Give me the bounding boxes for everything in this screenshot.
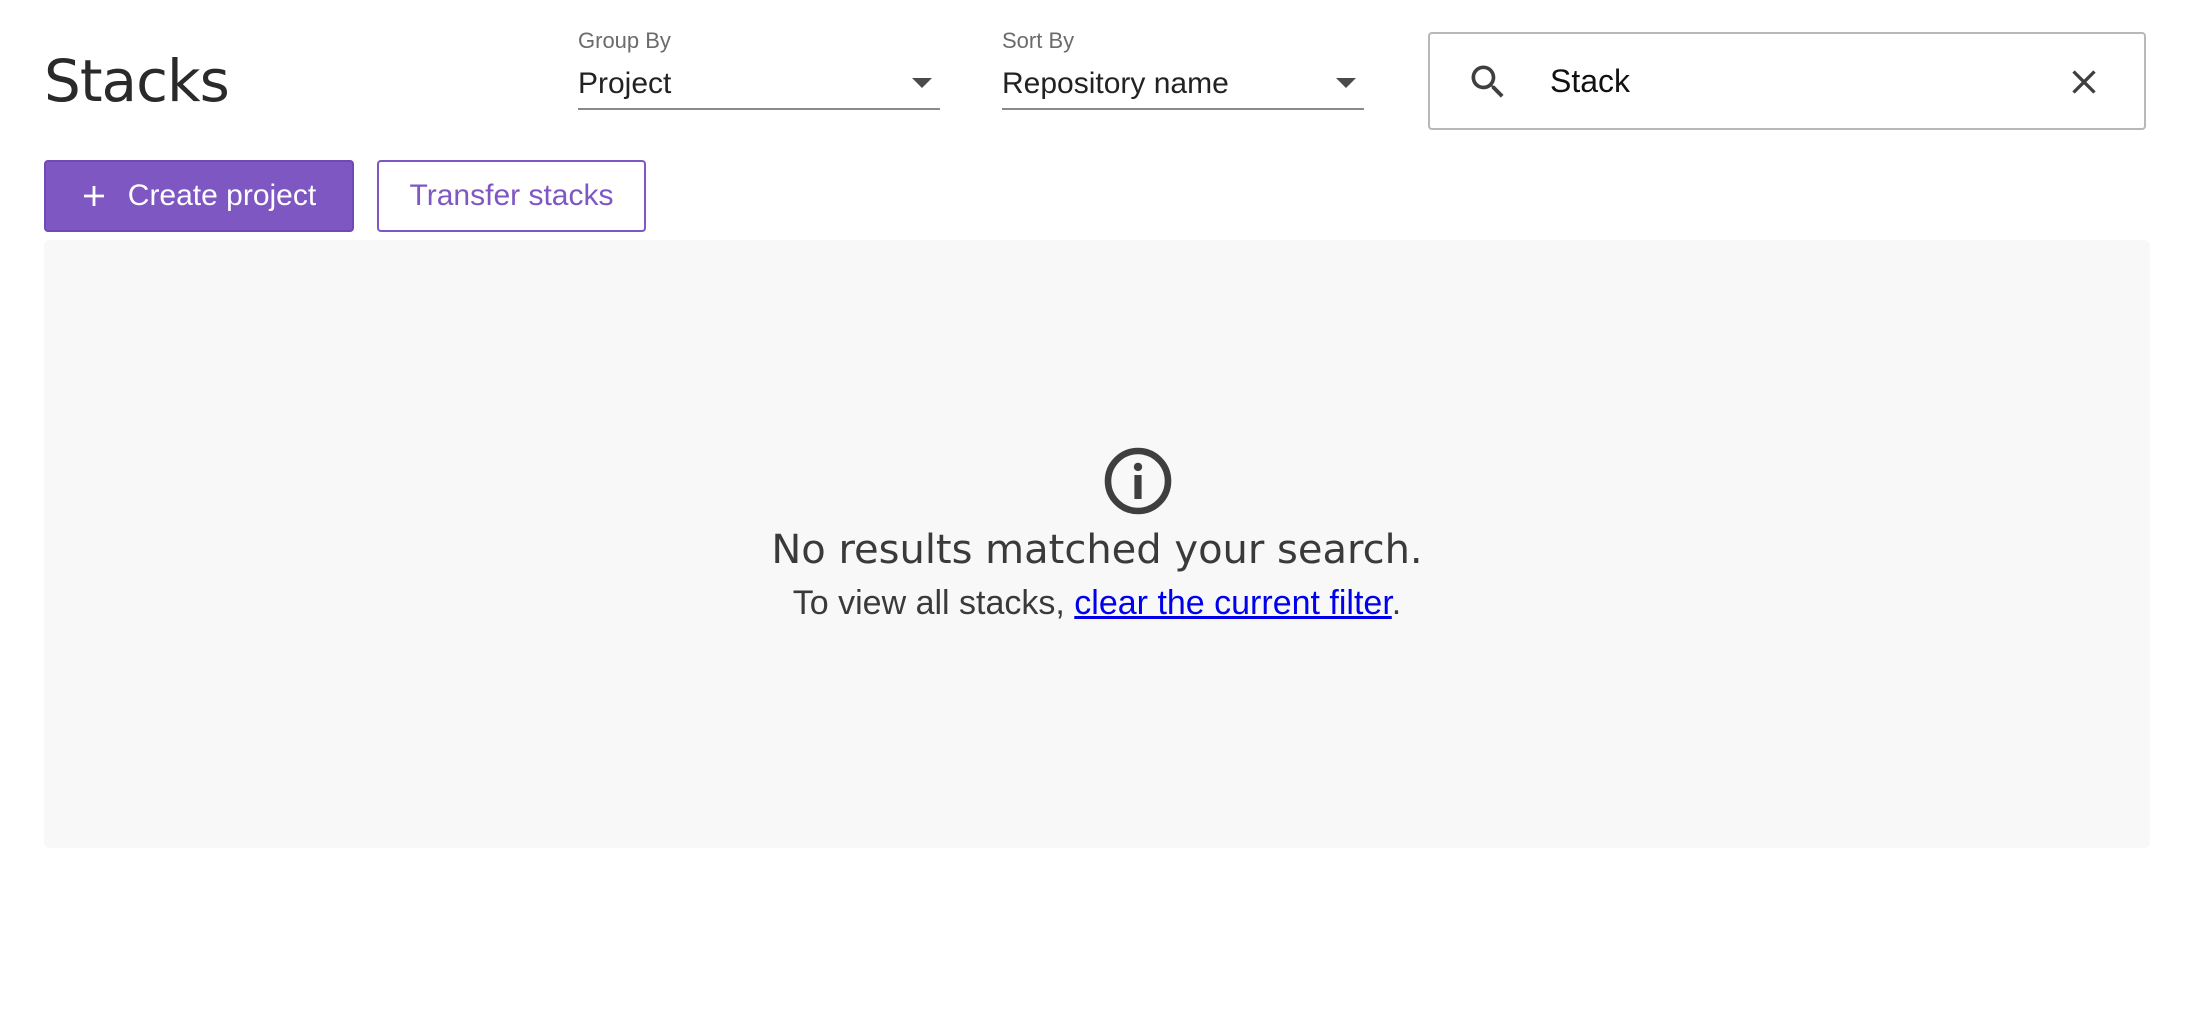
empty-state-message: To view all stacks, clear the current fi… bbox=[44, 583, 2150, 624]
caret-down-icon bbox=[912, 78, 932, 88]
group-by-select[interactable]: Project bbox=[578, 64, 940, 110]
create-project-button[interactable]: Create project bbox=[44, 160, 354, 232]
sort-by-select[interactable]: Repository name bbox=[1002, 64, 1364, 110]
sort-by-label: Sort By bbox=[1002, 28, 1075, 53]
group-by-label: Group By bbox=[578, 28, 671, 53]
close-icon[interactable] bbox=[2064, 62, 2104, 102]
group-by-value: Project bbox=[578, 67, 672, 100]
search-input[interactable] bbox=[1546, 52, 2030, 110]
sort-by-value: Repository name bbox=[1002, 67, 1229, 100]
transfer-stacks-label: Transfer stacks bbox=[409, 179, 614, 212]
transfer-stacks-button[interactable]: Transfer stacks bbox=[377, 160, 646, 232]
group-by-select-wrapper: Group By Project bbox=[578, 30, 940, 110]
results-panel: No results matched your search. To view … bbox=[44, 240, 2150, 848]
create-project-label: Create project bbox=[127, 179, 317, 212]
search-icon bbox=[1471, 65, 1504, 98]
stacks-page: Stacks Group By Project Sort By Reposito… bbox=[0, 0, 2186, 1014]
clear-filter-link[interactable]: clear the current filter bbox=[1074, 584, 1391, 622]
page-title: Stacks bbox=[44, 47, 230, 115]
search-box bbox=[1428, 32, 2146, 130]
empty-state-message-prefix: To view all stacks, bbox=[792, 584, 1075, 622]
empty-state-heading: No results matched your search. bbox=[771, 527, 1423, 573]
caret-down-icon bbox=[1336, 78, 1356, 88]
sort-by-select-wrapper: Sort By Repository name bbox=[1002, 30, 1364, 110]
empty-state-message-suffix: . bbox=[1391, 584, 1402, 622]
info-icon bbox=[1104, 447, 1172, 515]
plus-icon bbox=[83, 186, 104, 206]
